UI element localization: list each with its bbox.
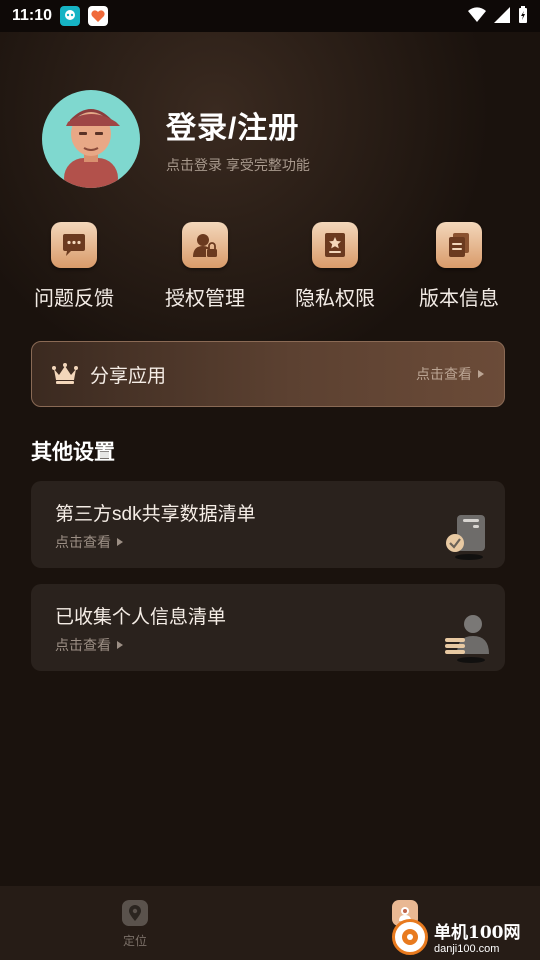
share-app-title: 分享应用 [90, 365, 167, 387]
privacy-star-icon [312, 222, 358, 268]
arrow-right-icon [117, 538, 123, 546]
quick-action-feedback[interactable]: 问题反馈 [19, 222, 129, 311]
share-more-label: 点击查看 [416, 366, 472, 382]
personal-info-list-card[interactable]: 已收集个人信息清单 点击查看 [31, 584, 505, 671]
share-app-more-link[interactable]: 点击查看 [416, 364, 484, 384]
status-time: 11:10 [12, 7, 53, 24]
card-title: 第三方sdk共享数据清单 [55, 504, 256, 525]
quick-actions: 问题反馈 授权管理 隐私权限 版本信息 [0, 222, 540, 322]
watermark: 单机100网 danji100.com [392, 918, 521, 955]
arrow-right-icon [478, 370, 484, 378]
location-pin-icon [122, 900, 148, 926]
document-icon [436, 222, 482, 268]
quick-action-label: 问题反馈 [34, 288, 114, 310]
login-subtitle: 点击登录 享受完整功能 [166, 157, 310, 173]
heart-app-notification-icon [88, 6, 109, 26]
tab-label: 定位 [122, 934, 147, 948]
sdk-data-list-card[interactable]: 第三方sdk共享数据清单 点击查看 [31, 481, 505, 568]
login-title[interactable]: 登录/注册 [166, 103, 310, 147]
watermark-logo-icon [392, 918, 428, 955]
watermark-title: 单机100网 [434, 923, 521, 943]
avatar[interactable] [42, 90, 140, 188]
document-check-icon [446, 515, 485, 560]
quick-action-label: 隐私权限 [295, 288, 375, 310]
watermark-url: danji100.com [434, 943, 500, 955]
wifi-icon [468, 7, 486, 23]
share-app-banner[interactable]: 分享应用 点击查看 [31, 341, 505, 407]
card-more-label: 点击查看 [55, 534, 111, 550]
profile-text[interactable]: 登录/注册 点击登录 享受完整功能 [166, 103, 310, 175]
app-notification-icon [60, 6, 81, 26]
card-more-link[interactable]: 点击查看 [55, 635, 481, 655]
profile-section[interactable]: 登录/注册 点击登录 享受完整功能 [42, 90, 310, 188]
quick-action-privacy[interactable]: 隐私权限 [280, 222, 390, 311]
tab-location[interactable]: 定位 [105, 900, 165, 949]
other-settings-title: 其他设置 [31, 441, 115, 464]
quick-action-version[interactable]: 版本信息 [404, 222, 514, 311]
card-more-label: 点击查看 [55, 637, 111, 653]
quick-action-label: 版本信息 [419, 288, 499, 310]
card-more-link[interactable]: 点击查看 [55, 532, 481, 552]
crown-icon [52, 363, 78, 384]
status-bar: 11:10 [0, 0, 540, 32]
user-lock-icon [182, 222, 228, 268]
quick-action-label: 授权管理 [165, 288, 245, 310]
user-info-icon [445, 615, 489, 663]
chat-icon [51, 222, 97, 268]
card-title: 已收集个人信息清单 [55, 607, 227, 628]
quick-action-authorization[interactable]: 授权管理 [150, 222, 260, 311]
signal-icon [494, 7, 510, 23]
battery-icon [519, 6, 527, 23]
arrow-right-icon [117, 641, 123, 649]
